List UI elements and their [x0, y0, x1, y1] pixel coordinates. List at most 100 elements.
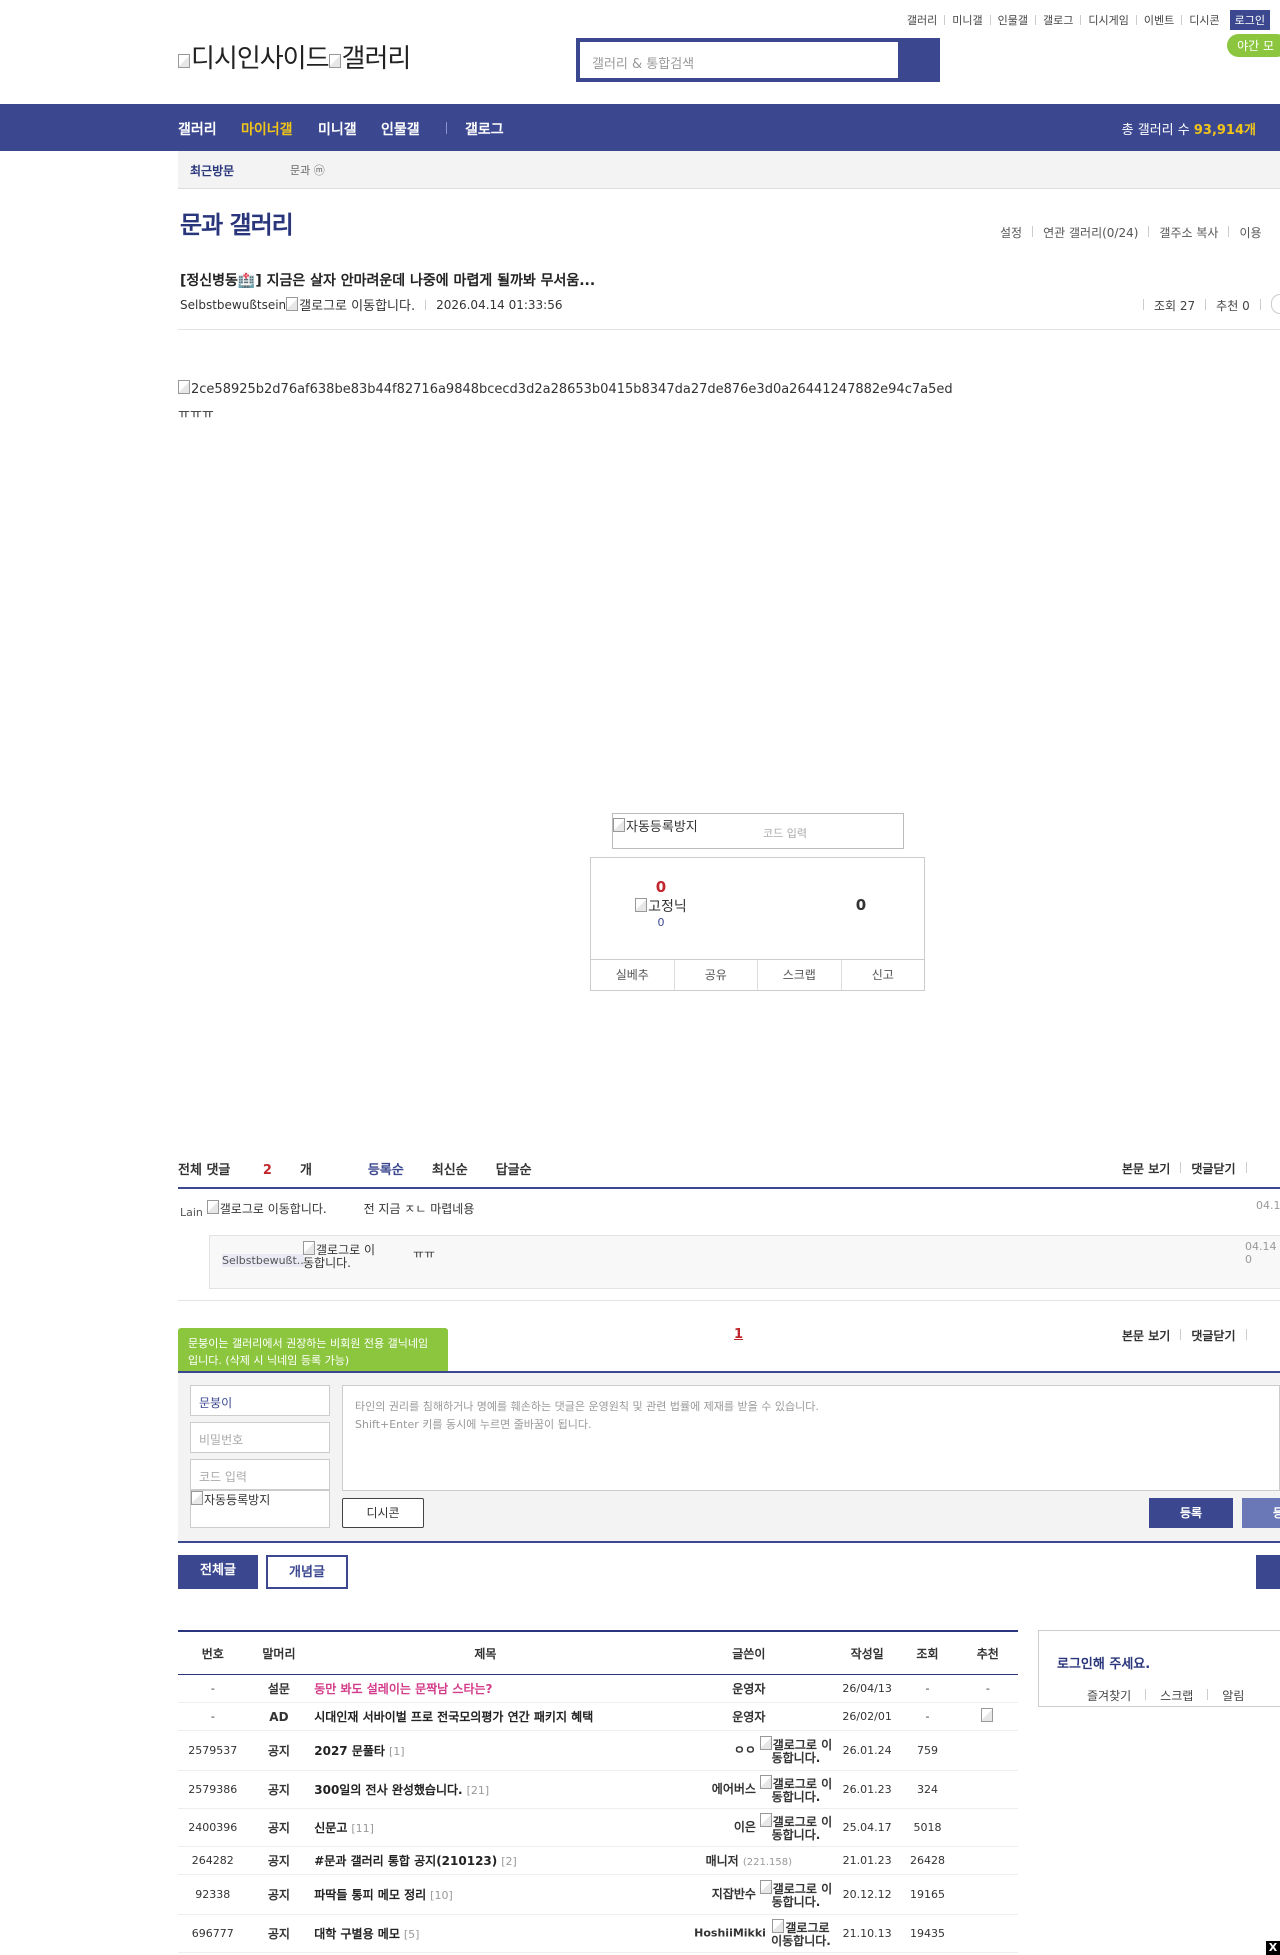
- post-title-link[interactable]: 300일의 전사 완성했습니다. [21]: [310, 1770, 661, 1809]
- broken-image-icon: [328, 54, 341, 68]
- table-row[interactable]: 2400396 공지 신문고 [11] 이은 갤로그로 이동합니다. 25.04.1…: [178, 1808, 1018, 1847]
- toplink-gallery[interactable]: 갤러리: [907, 12, 937, 28]
- register-button[interactable]: 등록: [1149, 1498, 1233, 1528]
- post-title-link[interactable]: #문과 갤러리 통합 공지(210123) [2]: [310, 1846, 661, 1875]
- upvote-button[interactable]: 0 고정닉 0: [611, 878, 711, 929]
- favorites-link[interactable]: 즐겨찾기: [1087, 1687, 1131, 1704]
- login-button[interactable]: 로그인: [1229, 10, 1270, 30]
- view-body-link[interactable]: 본문 보기: [1122, 1160, 1170, 1177]
- post-stats: 조회 27 추천 0: [1133, 294, 1280, 314]
- table-row[interactable]: 92338 공지 파딱들 통피 메모 정리 [10] 지잡반수 갤로그로 이동합니다…: [178, 1874, 1018, 1915]
- login-prompt[interactable]: 로그인해 주세요.: [1057, 1653, 1150, 1672]
- dccon-button[interactable]: 디시콘: [342, 1498, 424, 1528]
- password-input[interactable]: 비밀번호: [190, 1422, 330, 1453]
- gallog-link[interactable]: 갤로그로 이동합니다.: [303, 1241, 378, 1270]
- table-row[interactable]: 264282 공지 #문과 갤러리 통합 공지(210123) [2] 매니저 (…: [178, 1846, 1018, 1875]
- toplink-dccon[interactable]: 디시콘: [1189, 12, 1219, 28]
- search-placeholder: 갤러리 & 통합검색: [592, 57, 695, 72]
- sort-registered[interactable]: 등록순: [368, 1159, 404, 1178]
- comment-write-box: 문붕이 비밀번호 코드 입력 자동등록방지 타인의 권리를 침해하거나 명예를 …: [178, 1373, 1280, 1541]
- table-row[interactable]: 2579386 공지 300일의 전사 완성했습니다. [21] 에어버스 갤로그로…: [178, 1770, 1018, 1809]
- recent-gallery-link[interactable]: 문과 ⓜ: [290, 162, 325, 178]
- reply-author[interactable]: Selbstbewußt..: [222, 1254, 304, 1267]
- nav-person[interactable]: 인물갤: [381, 119, 420, 139]
- post-title-link[interactable]: 대학 구별용 메모 [5]: [310, 1914, 661, 1953]
- broken-image-icon: [981, 1708, 994, 1722]
- post-author[interactable]: Selbstbewußtsein: [180, 298, 286, 312]
- gallog-link[interactable]: 갤로그로 이동합니다.: [206, 1200, 332, 1215]
- post-list-table: 번호 말머리 제목 글쓴이 작성일 조회 추천 - 설문 동만 봐도 설레이는 …: [178, 1630, 1018, 1953]
- related-gallery-link[interactable]: 연관 갤러리(0/24): [1043, 224, 1138, 241]
- site-logo[interactable]: 디시인사이드 갤러리: [178, 38, 411, 75]
- scrap-button[interactable]: 스크랩: [758, 960, 842, 990]
- toplink-person[interactable]: 인물갤: [998, 12, 1028, 28]
- close-icon[interactable]: X: [1266, 1941, 1280, 1955]
- comment-text: 전 지금 ㅈㄴ 마렵네용: [363, 1202, 475, 1216]
- nav-gallog[interactable]: 갤로그: [465, 119, 504, 139]
- toplink-gallog[interactable]: 갤로그: [1043, 12, 1073, 28]
- table-row[interactable]: 696777 공지 대학 구별용 메모 [5] HoshiiMikki 갤로그로 이…: [178, 1914, 1018, 1953]
- post-title-link[interactable]: 동만 봐도 설레이는 문짝남 스타는?: [310, 1674, 661, 1703]
- gallog-link[interactable]: 갤로그로 이동합니다.: [756, 1880, 836, 1909]
- gallery-title[interactable]: 문과 갤러리: [180, 205, 294, 240]
- copy-address-link[interactable]: 갤주소 복사: [1159, 224, 1218, 241]
- broken-image-icon: [303, 1241, 315, 1255]
- col-recommend: 추천: [957, 1630, 1018, 1675]
- post-title-link[interactable]: 2027 문풀타 [1]: [310, 1730, 661, 1771]
- view-body-link[interactable]: 본문 보기: [1122, 1327, 1170, 1344]
- comment-notice: 타인의 권리를 침해하거나 명예를 훼손하는 댓글은 운영원칙 및 관련 법률에…: [355, 1400, 819, 1413]
- register-recommend-button[interactable]: 등록: [1242, 1498, 1280, 1528]
- report-button[interactable]: 신고: [842, 960, 925, 990]
- nickname-input[interactable]: 문붕이: [190, 1385, 330, 1416]
- comment-textarea[interactable]: 타인의 권리를 침해하거나 명예를 훼손하는 댓글은 운영원칙 및 관련 법률에…: [342, 1385, 1280, 1491]
- notification-link[interactable]: 알림: [1222, 1687, 1244, 1704]
- captcha-input[interactable]: 코드 입력: [763, 825, 807, 841]
- comment-total: 전체 댓글 2개: [178, 1163, 312, 1178]
- sort-latest[interactable]: 최신순: [432, 1159, 468, 1178]
- broken-image-icon: [613, 818, 625, 832]
- post-title-link[interactable]: 파딱들 통피 메모 정리 [10]: [310, 1874, 661, 1915]
- table-row[interactable]: - AD 시대인재 서바이벌 프로 전국모의평가 연간 패키지 혜택 운영자 2…: [178, 1702, 1018, 1731]
- best-recommend-button[interactable]: 실베추: [591, 960, 675, 990]
- close-comments-link[interactable]: 댓글닫기: [1191, 1160, 1235, 1177]
- tab-concept-posts[interactable]: 개념글: [266, 1555, 348, 1589]
- gallog-link[interactable]: 갤로그로 이동합니다.: [766, 1919, 836, 1948]
- settings-link[interactable]: 설정: [1000, 224, 1022, 241]
- share-circle-icon[interactable]: [1270, 294, 1280, 314]
- nav-minor[interactable]: 마이너갤: [241, 119, 293, 139]
- write-button[interactable]: 글: [1256, 1555, 1280, 1589]
- search-button[interactable]: [898, 38, 940, 82]
- tab-all-posts[interactable]: 전체글: [178, 1555, 258, 1589]
- table-row[interactable]: - 설문 동만 봐도 설레이는 문짝남 스타는? 운영자 26/04/13 - …: [178, 1674, 1018, 1703]
- toplink-mini[interactable]: 미니갤: [952, 12, 982, 28]
- broken-image-icon: [286, 297, 299, 311]
- post-title-link[interactable]: 신문고 [11]: [310, 1808, 661, 1847]
- post-title-link[interactable]: 시대인재 서바이벌 프로 전국모의평가 연간 패키지 혜택: [310, 1702, 661, 1731]
- nav-gallery[interactable]: 갤러리: [178, 119, 217, 139]
- nav-mini[interactable]: 미니갤: [318, 119, 357, 139]
- col-views: 조회: [897, 1630, 958, 1675]
- share-button[interactable]: 공유: [675, 960, 758, 990]
- scrap-link[interactable]: 스크랩: [1160, 1687, 1193, 1704]
- usage-link[interactable]: 이용: [1239, 224, 1261, 241]
- search-input[interactable]: 갤러리 & 통합검색: [580, 42, 898, 78]
- upvote-count: 0: [655, 878, 667, 896]
- gallog-link[interactable]: 갤로그로 이동합니다.: [286, 295, 415, 314]
- table-header-row: 번호 말머리 제목 글쓴이 작성일 조회 추천: [178, 1630, 1018, 1675]
- comment-author[interactable]: Lain: [180, 1206, 203, 1219]
- gallog-link[interactable]: 갤로그로 이동합니다.: [756, 1775, 836, 1804]
- toplink-event[interactable]: 이벤트: [1144, 12, 1174, 28]
- comment-page-1[interactable]: 1: [734, 1327, 743, 1342]
- downvote-button[interactable]: 0: [831, 896, 891, 914]
- gallog-link[interactable]: 갤로그로 이동합니다.: [756, 1736, 836, 1765]
- broken-image-icon: [206, 1200, 219, 1214]
- toplink-game[interactable]: 디시게임: [1088, 12, 1128, 28]
- close-comments-link[interactable]: 댓글닫기: [1191, 1327, 1235, 1344]
- code-input[interactable]: 코드 입력: [190, 1459, 330, 1490]
- broken-image-icon: [178, 54, 190, 68]
- col-title: 제목: [310, 1630, 661, 1675]
- sort-replies[interactable]: 답글순: [496, 1159, 532, 1178]
- gallog-link[interactable]: 갤로그로 이동합니다.: [756, 1813, 836, 1842]
- night-mode-button[interactable]: 야간 모: [1227, 34, 1280, 57]
- table-row[interactable]: 2579537 공지 2027 문풀타 [1] ㅇㅇ 갤로그로 이동합니다. 26.…: [178, 1730, 1018, 1771]
